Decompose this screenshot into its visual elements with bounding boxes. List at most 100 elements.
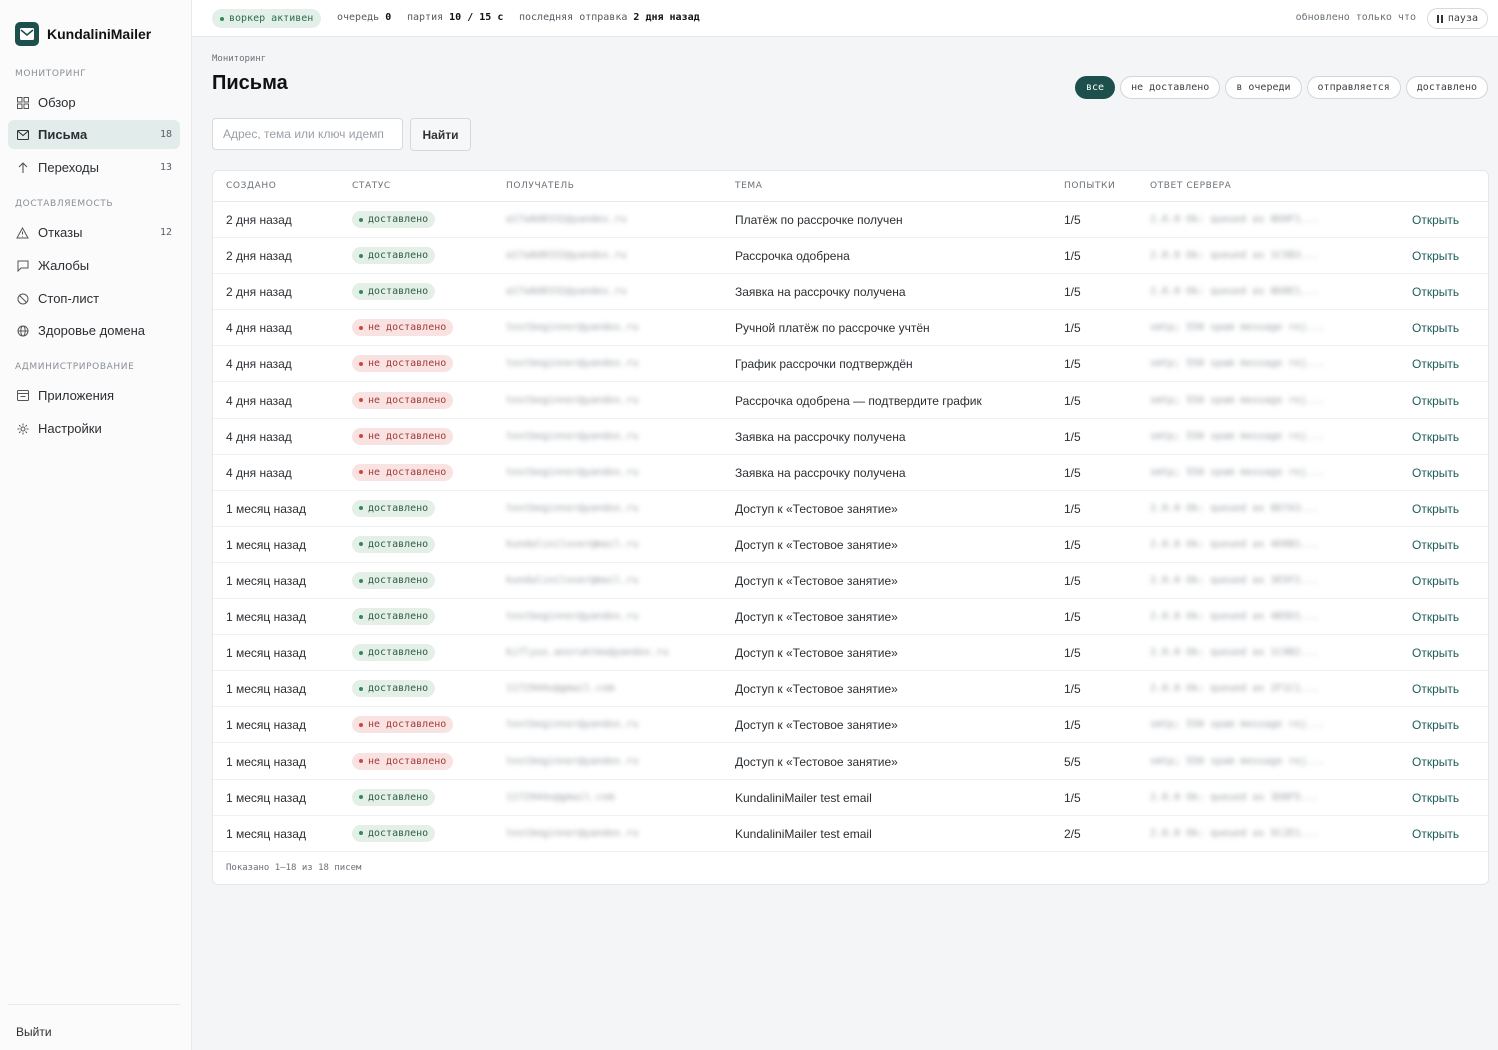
- gear-icon: [16, 422, 29, 435]
- sidebar-item-overview[interactable]: Обзор: [8, 88, 180, 117]
- status-badge: не доставлено: [352, 319, 454, 337]
- logout-button[interactable]: Выйти: [16, 1025, 52, 1039]
- recipient-cell: kundalinilover@mail.ru: [506, 575, 639, 586]
- recipient-cell: 1172944x@gmail.com: [506, 791, 615, 803]
- open-link[interactable]: Открыть: [1412, 791, 1459, 805]
- attempts-cell: 1/5: [1064, 574, 1081, 588]
- open-link[interactable]: Открыть: [1412, 682, 1459, 696]
- table-row[interactable]: 4 дня назад не доставлено testbeginner@yan…: [213, 383, 1488, 419]
- open-link[interactable]: Открыть: [1412, 249, 1459, 263]
- column-header-recipient[interactable]: ПОЛУЧАТЕЛЬ: [506, 181, 575, 191]
- column-header-attempts[interactable]: ПОПЫТКИ: [1064, 181, 1115, 191]
- status-text: не доставлено: [368, 358, 447, 370]
- sidebar-item-clicks[interactable]: Переходы 13: [8, 153, 180, 182]
- created-cell: 1 месяц назад: [226, 501, 306, 516]
- open-link[interactable]: Открыть: [1412, 285, 1459, 299]
- column-header-created[interactable]: СОЗДАНО: [226, 181, 276, 191]
- open-link[interactable]: Открыть: [1412, 502, 1459, 516]
- open-link[interactable]: Открыть: [1412, 755, 1459, 769]
- status-badge: доставлено: [352, 824, 436, 842]
- table-row[interactable]: 4 дня назад не доставлено testbeginner@yan…: [213, 455, 1488, 491]
- table-row[interactable]: 1 месяц назад доставлено testbeginner@yand…: [213, 491, 1488, 527]
- table-row[interactable]: 4 дня назад не доставлено testbeginner@yan…: [213, 346, 1488, 383]
- sidebar-item-apps[interactable]: Приложения: [8, 381, 180, 410]
- recipient-cell: 1172944x@gmail.com: [506, 683, 615, 695]
- status-dot-icon: [359, 217, 363, 222]
- brand[interactable]: KundaliniMailer: [15, 22, 151, 46]
- status-badge: доставлено: [352, 283, 436, 301]
- status-text: доставлено: [368, 538, 429, 550]
- recipient-cell: kundalinilover@mail.ru: [506, 538, 639, 550]
- table-row[interactable]: 2 дня назад доставлено a17a8d0332@yandex.r…: [213, 274, 1488, 311]
- table-row[interactable]: 1 месяц назад не доставлено testbeginner@y…: [213, 744, 1488, 780]
- emails-table: СОЗДАНО СТАТУС ПОЛУЧАТЕЛЬ ТЕМА ПОПЫТКИ О…: [212, 170, 1489, 885]
- status-text: не доставлено: [368, 719, 447, 731]
- status-text: доставлено: [368, 286, 429, 298]
- server-response-cell: 2.0.0 Ok: queued as 8D0E1...: [1150, 286, 1319, 298]
- status-dot-icon: [359, 614, 363, 619]
- sidebar-item-domain-health[interactable]: Здоровье домена: [8, 316, 180, 345]
- filter-queued[interactable]: в очереди: [1225, 76, 1302, 99]
- filter-delivered[interactable]: доставлено: [1405, 76, 1488, 99]
- open-link[interactable]: Открыть: [1412, 357, 1459, 371]
- filter-all[interactable]: все: [1075, 76, 1116, 99]
- table-row[interactable]: 1 месяц назад доставлено 1172944x@gmail.co…: [213, 780, 1488, 816]
- open-link[interactable]: Открыть: [1412, 538, 1459, 552]
- status-text: доставлено: [368, 250, 429, 262]
- top-status-bar: воркер активен очередь 0 партия 10 / 15 …: [192, 0, 1498, 37]
- open-link[interactable]: Открыть: [1412, 574, 1459, 588]
- subject-cell: KundaliniMailer test email: [735, 790, 872, 805]
- status-dot-icon: [359, 470, 363, 475]
- server-response-cell: smtp; 550 spam message rej...: [1150, 719, 1325, 731]
- table-row[interactable]: 4 дня назад не доставлено testbeginner@yan…: [213, 419, 1488, 455]
- table-row[interactable]: 2 дня назад доставлено a17a8d0332@yandex.r…: [213, 202, 1488, 238]
- filter-not-delivered[interactable]: не доставлено: [1120, 76, 1221, 99]
- open-link[interactable]: Открыть: [1412, 610, 1459, 624]
- open-link[interactable]: Открыть: [1412, 394, 1459, 408]
- open-link[interactable]: Открыть: [1412, 646, 1459, 660]
- status-badge: не доставлено: [352, 355, 454, 373]
- subject-cell: Доступ к «Тестовое занятие»: [735, 718, 898, 733]
- table-row[interactable]: 4 дня назад не доставлено testbeginner@yan…: [213, 310, 1488, 347]
- table-row[interactable]: 1 месяц назад доставлено kundalinilover@ma…: [213, 527, 1488, 563]
- attempts-cell: 1/5: [1064, 357, 1081, 372]
- sidebar-item-bounces[interactable]: Отказы 12: [8, 218, 180, 247]
- open-link[interactable]: Открыть: [1412, 718, 1459, 732]
- open-link[interactable]: Открыть: [1412, 321, 1459, 335]
- table-row[interactable]: 1 месяц назад доставлено kiflyus.anoruktmo…: [213, 635, 1488, 672]
- column-header-subject[interactable]: ТЕМА: [735, 181, 763, 191]
- attempts-cell: 1/5: [1064, 393, 1081, 408]
- table-row[interactable]: 1 месяц назад доставлено kundalinilover@ma…: [213, 563, 1488, 599]
- status-badge: доставлено: [352, 247, 436, 265]
- sidebar-item-emails[interactable]: Письма 18: [8, 120, 180, 149]
- sidebar-item-settings[interactable]: Настройки: [8, 414, 180, 443]
- status-badge: доставлено: [352, 535, 436, 553]
- table-row[interactable]: 1 месяц назад доставлено 1172944x@gmail.co…: [213, 671, 1488, 708]
- recipient-cell: testbeginner@yandex.ru: [506, 430, 639, 442]
- table-row[interactable]: 1 месяц назад не доставлено testbeginner@y…: [213, 707, 1488, 744]
- column-header-status[interactable]: СТАТУС: [352, 181, 391, 191]
- sidebar-item-stoplist[interactable]: Стоп-лист: [8, 284, 180, 313]
- search-input[interactable]: [212, 118, 403, 150]
- table-row[interactable]: 2 дня назад доставлено a17a8d0332@yandex.r…: [213, 238, 1488, 275]
- open-link[interactable]: Открыть: [1412, 430, 1459, 444]
- table-row[interactable]: 1 месяц назад доставлено testbeginner@yand…: [213, 816, 1488, 852]
- table-row[interactable]: 1 месяц назад доставлено testbeginner@yand…: [213, 599, 1488, 636]
- attempts-cell: 1/5: [1064, 501, 1081, 516]
- breadcrumb[interactable]: Мониторинг: [212, 54, 266, 64]
- sidebar-item-label: Письма: [38, 127, 88, 142]
- server-response-cell: 2.0.0 Ok: queued as 4D0B1...: [1150, 538, 1319, 550]
- status-badge: не доставлено: [352, 463, 454, 481]
- server-response-cell: 2.0.0 Ok: queued as 3E5F2...: [1150, 575, 1319, 586]
- recipient-cell: testbeginner@yandex.ru: [506, 827, 639, 839]
- open-link[interactable]: Открыть: [1412, 466, 1459, 480]
- open-link[interactable]: Открыть: [1412, 827, 1459, 841]
- status-dot-icon: [220, 16, 224, 21]
- status-badge: доставлено: [352, 680, 436, 698]
- column-header-server-response[interactable]: ОТВЕТ СЕРВЕРА: [1150, 181, 1231, 191]
- filter-sending[interactable]: отправляется: [1306, 76, 1401, 99]
- sidebar-item-complaints[interactable]: Жалобы: [8, 251, 180, 280]
- open-link[interactable]: Открыть: [1412, 213, 1459, 227]
- search-button[interactable]: Найти: [410, 118, 471, 151]
- pause-button[interactable]: пауза: [1426, 8, 1488, 29]
